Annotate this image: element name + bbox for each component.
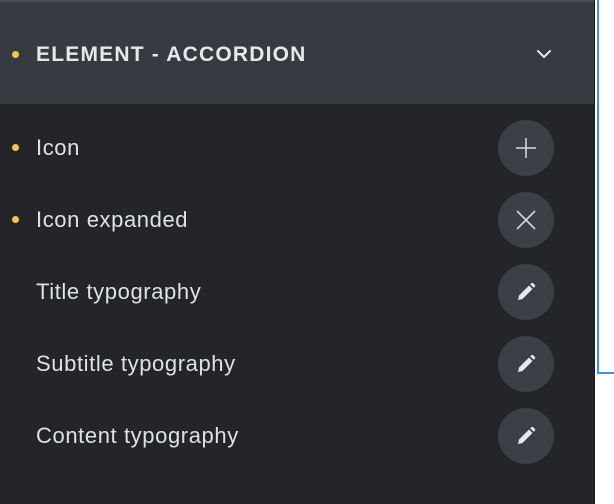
selection-outline [597, 0, 599, 374]
setting-label: Title typography [36, 279, 202, 304]
accordion-group-header[interactable]: ELEMENT - ACCORDION [0, 2, 594, 104]
settings-panel: ELEMENT - ACCORDION Icon Icon expanded T [0, 0, 595, 504]
modified-indicator-dot [12, 144, 19, 151]
setting-row-icon-expanded: Icon expanded [0, 184, 594, 256]
edit-title-typography-button[interactable] [498, 264, 554, 320]
chevron-down-icon[interactable] [535, 47, 553, 63]
selection-outline [597, 372, 614, 374]
setting-label: Icon expanded [36, 207, 189, 232]
pencil-icon [518, 426, 536, 444]
setting-row-icon: Icon [0, 112, 594, 184]
setting-row-title-typography: Title typography [0, 256, 594, 328]
setting-label: Content typography [36, 423, 239, 448]
add-icon-button[interactable] [498, 120, 554, 176]
pencil-icon [518, 282, 536, 300]
pencil-icon [518, 354, 536, 372]
canvas-area[interactable] [595, 0, 614, 504]
setting-label: Icon [36, 135, 80, 160]
modified-indicator-dot [12, 51, 19, 58]
edit-subtitle-typography-button[interactable] [498, 336, 554, 392]
modified-indicator-dot [12, 216, 19, 223]
plus-icon [516, 138, 536, 158]
setting-label: Subtitle typography [36, 351, 236, 376]
edit-content-typography-button[interactable] [498, 408, 554, 464]
setting-row-content-typography: Content typography [0, 400, 594, 472]
setting-row-subtitle-typography: Subtitle typography [0, 328, 594, 400]
close-icon [516, 210, 536, 230]
group-title: ELEMENT - ACCORDION [36, 43, 307, 66]
expanded-icon-button[interactable] [498, 192, 554, 248]
